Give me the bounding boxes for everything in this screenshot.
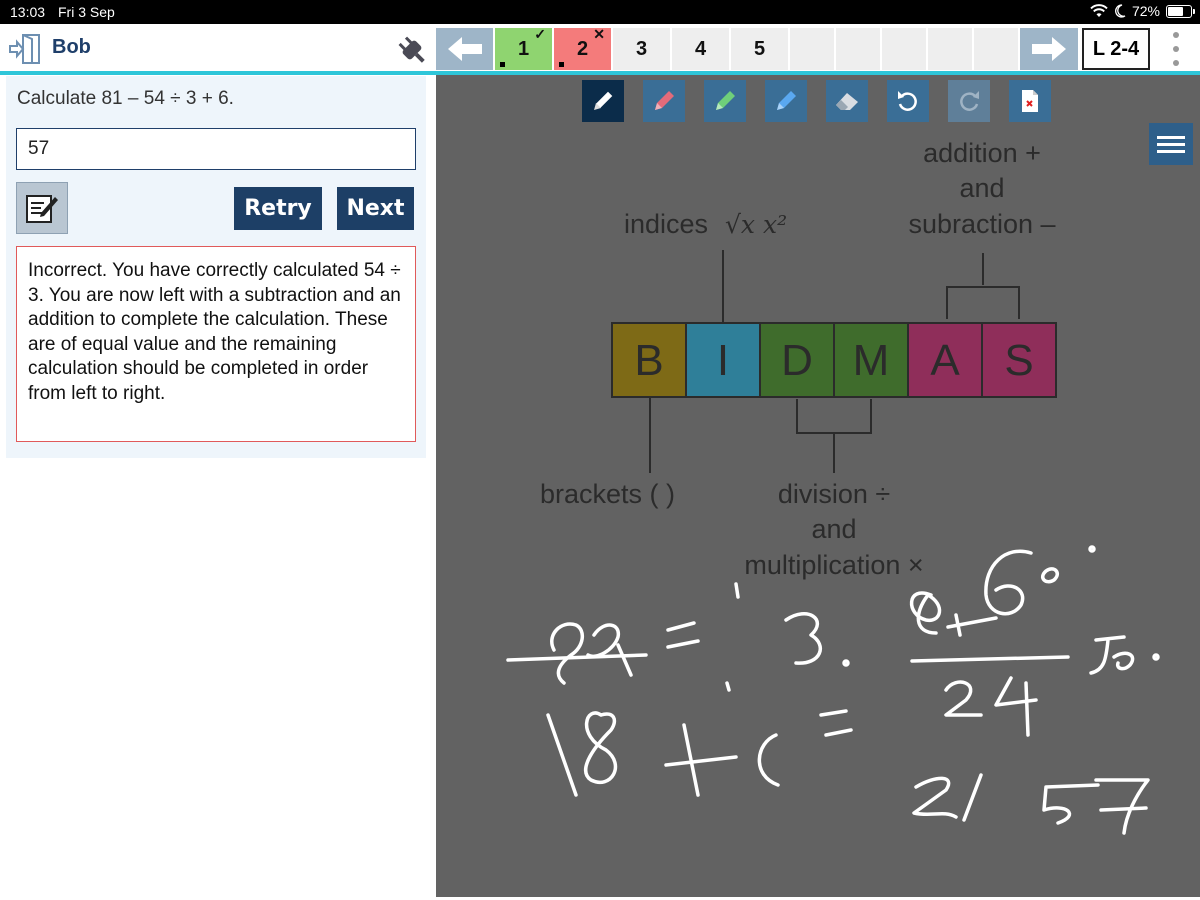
handwritten-working xyxy=(506,545,1160,835)
notepad-pencil-icon xyxy=(26,195,58,223)
question-tab-2[interactable]: 2 ✕ xyxy=(554,26,611,70)
next-question-arrow-button[interactable] xyxy=(1020,28,1078,70)
division-label-line1: division ÷ xyxy=(778,479,890,509)
plug-icon[interactable] xyxy=(392,32,432,68)
logout-icon[interactable] xyxy=(8,32,44,66)
battery-percent: 72% xyxy=(1131,3,1160,19)
bidmas-letter: D xyxy=(781,336,813,385)
addition-label-line3: subraction – xyxy=(908,209,1055,239)
feedback-message: Incorrect. You have correctly calculated… xyxy=(16,246,416,442)
battery-fill xyxy=(1168,6,1184,16)
question-number: 2 xyxy=(576,37,589,60)
question-nav: 1 ✓ 2 ✕ 3 4 5 L 2-4 xyxy=(436,26,1150,70)
battery-icon xyxy=(1166,4,1195,18)
question-tab-empty xyxy=(790,28,834,70)
question-number: 5 xyxy=(753,37,766,60)
prev-question-button[interactable] xyxy=(436,28,493,70)
top-bar: Bob 1 ✓ 2 ✕ 3 4 5 L 2-4 xyxy=(0,24,1200,72)
notes-button[interactable] xyxy=(16,182,68,234)
question-tab-empty xyxy=(882,28,926,70)
question-tab-4[interactable]: 4 xyxy=(672,28,729,70)
bidmas-letter: I xyxy=(717,336,729,385)
question-number: 4 xyxy=(694,37,707,60)
bidmas-letter: B xyxy=(634,336,663,385)
division-label-line3: multiplication × xyxy=(744,550,923,580)
question-number: 3 xyxy=(635,37,648,60)
bidmas-letter: A xyxy=(930,336,960,385)
brackets-label: brackets ( ) xyxy=(540,479,675,509)
bidmas-letter: S xyxy=(1004,336,1033,385)
division-label-line2: and xyxy=(811,514,856,544)
retry-button[interactable]: Retry xyxy=(234,187,322,230)
addition-label-line1: addition + xyxy=(923,138,1041,168)
question-text: Calculate 81 – 54 ÷ 3 + 6. xyxy=(17,88,234,109)
bidmas-letter: M xyxy=(853,336,890,385)
question-dot xyxy=(559,62,564,67)
arrow-left-icon xyxy=(447,37,482,61)
bidmas-boxes: B I D M A S xyxy=(611,322,1057,398)
bidmas-diagram: B I D M A S indices √x x² addition + and… xyxy=(506,138,1160,835)
question-tab-1[interactable]: 1 ✓ xyxy=(495,26,552,70)
arrow-right-icon xyxy=(1032,37,1066,61)
level-badge: L 2-4 xyxy=(1082,28,1150,70)
addition-label-line2: and xyxy=(959,173,1004,203)
cross-icon: ✕ xyxy=(593,26,605,42)
status-date: Fri 3 Sep xyxy=(58,4,115,20)
more-options-icon[interactable] xyxy=(1172,32,1180,66)
user-name: Bob xyxy=(52,36,91,58)
question-dot xyxy=(500,62,505,67)
drawing-canvas[interactable]: B I D M A S indices √x x² addition + and… xyxy=(436,75,1200,897)
question-tab-empty xyxy=(974,28,1018,70)
question-tab-empty xyxy=(836,28,880,70)
status-right: 72% xyxy=(1090,3,1195,19)
answer-input[interactable] xyxy=(16,128,416,170)
moon-icon xyxy=(1115,4,1126,18)
question-tab-empty xyxy=(928,28,972,70)
wifi-icon xyxy=(1090,4,1108,17)
check-icon: ✓ xyxy=(534,26,546,42)
indices-math: √x x² xyxy=(725,210,787,239)
question-tab-3[interactable]: 3 xyxy=(613,28,670,70)
status-bar: 13:03 Fri 3 Sep 72% xyxy=(0,0,1200,24)
status-time: 13:03 xyxy=(10,4,46,20)
indices-label: indices xyxy=(624,209,708,239)
next-button[interactable]: Next xyxy=(337,187,414,230)
question-panel: Calculate 81 – 54 ÷ 3 + 6. Retry Next In… xyxy=(6,76,426,458)
question-tab-5[interactable]: 5 xyxy=(731,28,788,70)
question-number: 1 xyxy=(517,37,530,60)
